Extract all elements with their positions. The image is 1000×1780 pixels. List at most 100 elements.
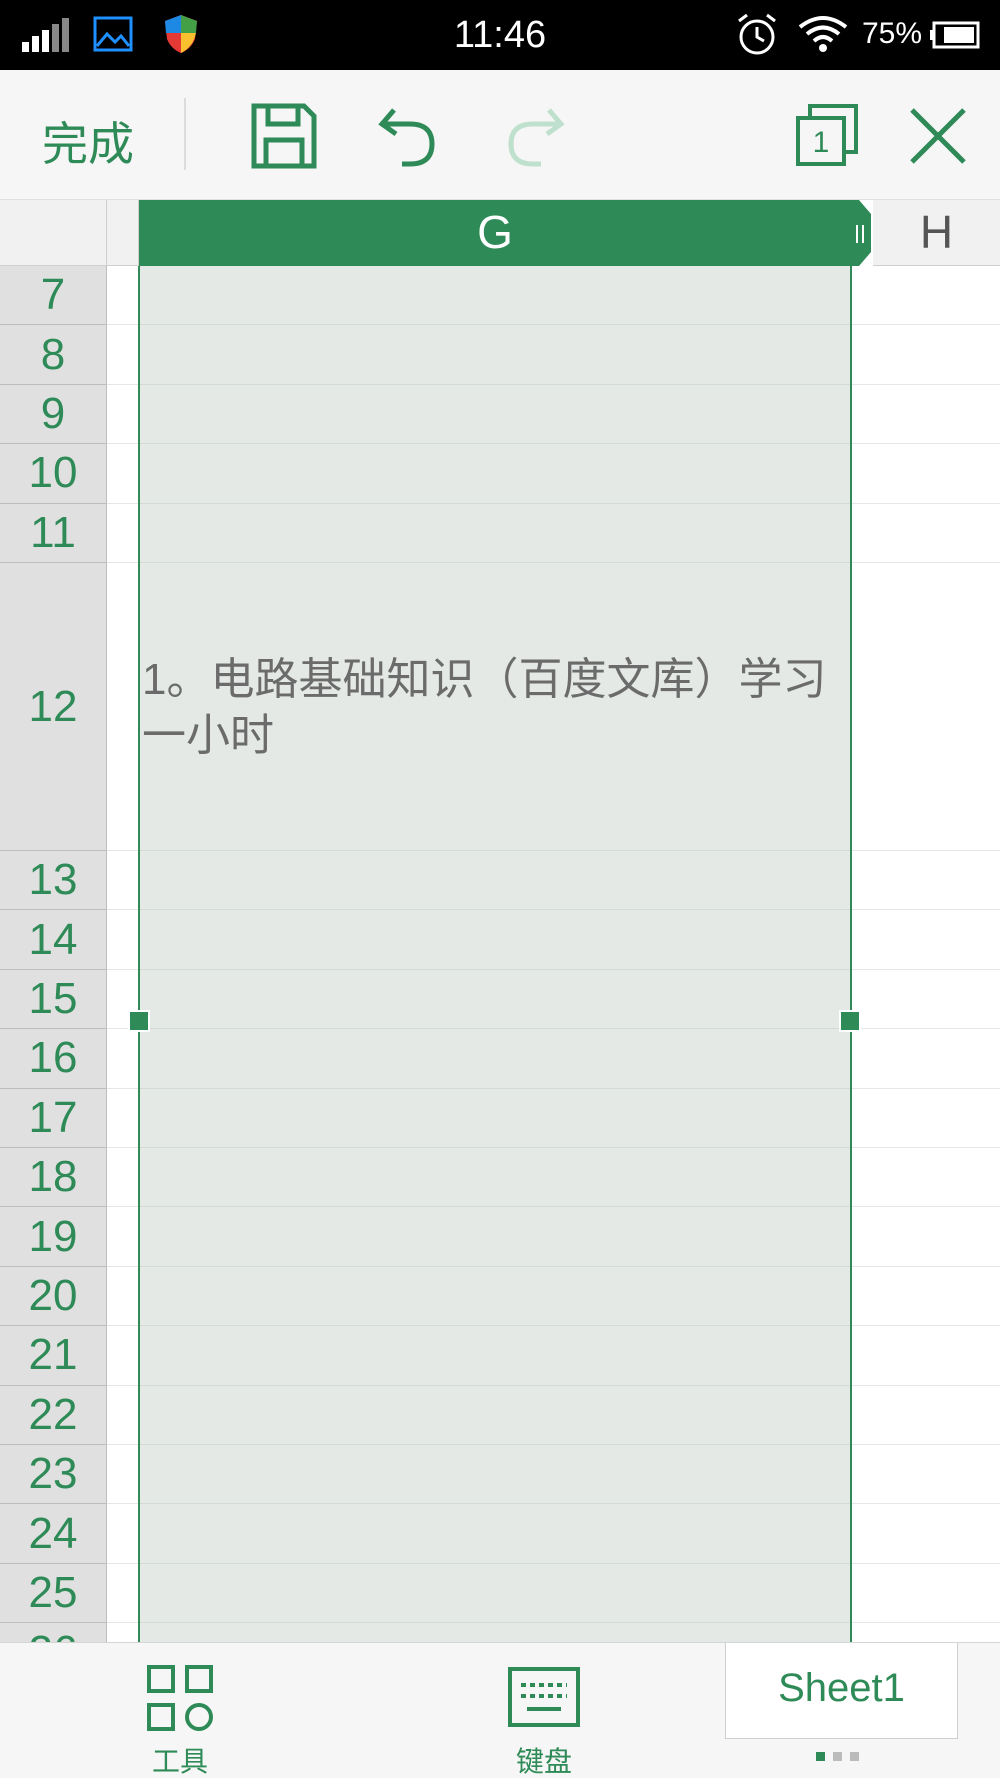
cell-h14[interactable]	[851, 910, 1000, 970]
cell-h11[interactable]	[851, 503, 1000, 563]
row-header-14[interactable]: 14	[0, 910, 107, 970]
cell-g9[interactable]	[139, 384, 851, 445]
row-header-24[interactable]: 24	[0, 1504, 107, 1564]
cell-g25[interactable]	[139, 1563, 851, 1624]
tools-button[interactable]: 工具	[130, 1663, 230, 1780]
cell-g18[interactable]	[139, 1148, 851, 1208]
cell-g8[interactable]	[139, 325, 851, 385]
cell-f11[interactable]	[107, 503, 139, 563]
row-header-9[interactable]: 9	[0, 384, 107, 445]
cell-f8[interactable]	[107, 325, 139, 385]
row-header-13[interactable]: 13	[0, 851, 107, 911]
cell-f22[interactable]	[107, 1385, 139, 1445]
cell-h21[interactable]	[851, 1326, 1000, 1386]
cell-h12[interactable]	[851, 563, 1000, 851]
row-header-25[interactable]: 25	[0, 1563, 107, 1624]
row-header-17[interactable]: 17	[0, 1088, 107, 1148]
cell-f13[interactable]	[107, 851, 139, 911]
tools-label: 工具	[151, 1746, 208, 1777]
selection-handle-left[interactable]	[128, 1010, 150, 1032]
spreadsheet-grid[interactable]: G H 789101112131415161718192021222324252…	[0, 200, 1000, 1642]
row-header-12[interactable]: 12	[0, 563, 107, 851]
cell-f23[interactable]	[107, 1445, 139, 1505]
cell-h16[interactable]	[851, 1029, 1000, 1089]
row-header-18[interactable]: 18	[0, 1148, 107, 1208]
cell-h8[interactable]	[851, 325, 1000, 385]
cell-g13[interactable]	[139, 851, 851, 911]
row-header-19[interactable]: 19	[0, 1207, 107, 1267]
cell-h25[interactable]	[851, 1563, 1000, 1624]
row-header-11[interactable]: 11	[0, 503, 107, 563]
row-header-8[interactable]: 8	[0, 325, 107, 385]
cell-g21[interactable]	[139, 1326, 851, 1386]
cell-g15[interactable]	[139, 969, 851, 1030]
cell-h20[interactable]	[851, 1266, 1000, 1327]
cell-g23[interactable]	[139, 1445, 851, 1505]
cell-f12[interactable]	[107, 563, 139, 851]
cell-g7[interactable]	[139, 266, 851, 326]
cell-f9[interactable]	[107, 384, 139, 445]
redo-icon[interactable]	[505, 102, 565, 170]
cell-f18[interactable]	[107, 1148, 139, 1208]
done-button[interactable]: 完成	[42, 108, 134, 174]
cell-g16[interactable]	[139, 1029, 851, 1089]
cell-h10[interactable]	[851, 444, 1000, 504]
cell-f16[interactable]	[107, 1029, 139, 1089]
keyboard-button[interactable]: 键盘	[494, 1663, 594, 1780]
cell-g26[interactable]	[139, 1623, 851, 1642]
select-all-corner[interactable]	[0, 200, 107, 266]
cell-h17[interactable]	[851, 1088, 1000, 1148]
cell-h22[interactable]	[851, 1385, 1000, 1445]
cell-h24[interactable]	[851, 1504, 1000, 1564]
cell-f20[interactable]	[107, 1266, 139, 1327]
cell-g20[interactable]	[139, 1266, 851, 1327]
column-resize-handle[interactable]	[849, 200, 873, 266]
cell-f24[interactable]	[107, 1504, 139, 1564]
close-icon[interactable]	[908, 106, 968, 166]
sheet-window-button[interactable]: 1	[796, 104, 860, 168]
cell-g19[interactable]	[139, 1207, 851, 1267]
cell-h23[interactable]	[851, 1445, 1000, 1505]
cell-h7[interactable]	[851, 266, 1000, 326]
save-icon[interactable]	[250, 102, 318, 170]
row-header-10[interactable]: 10	[0, 444, 107, 504]
cell-f14[interactable]	[107, 910, 139, 970]
cell-f17[interactable]	[107, 1088, 139, 1148]
row-header-23[interactable]: 23	[0, 1445, 107, 1505]
selection-handle-right[interactable]	[839, 1010, 861, 1032]
cell-h18[interactable]	[851, 1148, 1000, 1208]
cell-f26[interactable]	[107, 1623, 139, 1642]
cell-h26[interactable]	[851, 1623, 1000, 1642]
alarm-icon	[738, 13, 776, 55]
undo-icon[interactable]	[378, 102, 438, 170]
column-header-f[interactable]	[107, 200, 139, 266]
row-header-20[interactable]: 20	[0, 1266, 107, 1327]
cell-g11[interactable]	[139, 503, 851, 563]
cell-g22[interactable]	[139, 1385, 851, 1445]
wifi-icon	[798, 16, 848, 52]
cell-g24[interactable]	[139, 1504, 851, 1564]
cell-h9[interactable]	[851, 384, 1000, 445]
cell-h13[interactable]	[851, 851, 1000, 911]
column-header-g[interactable]: G	[139, 200, 851, 266]
row-header-22[interactable]: 22	[0, 1385, 107, 1445]
cell-f21[interactable]	[107, 1326, 139, 1386]
cell-f19[interactable]	[107, 1207, 139, 1267]
row-header-16[interactable]: 16	[0, 1029, 107, 1089]
row-header-26[interactable]: 26	[0, 1623, 107, 1642]
column-header-h[interactable]: H	[873, 200, 1000, 266]
cell-g17[interactable]	[139, 1088, 851, 1148]
cell-f25[interactable]	[107, 1563, 139, 1624]
cell-g14[interactable]	[139, 910, 851, 970]
page-dot	[816, 1752, 825, 1761]
cell-h15[interactable]	[851, 969, 1000, 1030]
row-header-15[interactable]: 15	[0, 969, 107, 1030]
cell-h19[interactable]	[851, 1207, 1000, 1267]
cell-g10[interactable]	[139, 444, 851, 504]
cell-g12-text[interactable]: 1。电路基础知识（百度文库）学习一小时	[142, 652, 842, 764]
cell-f10[interactable]	[107, 444, 139, 504]
sheet-tab-sheet1[interactable]: Sheet1	[725, 1643, 958, 1739]
row-header-7[interactable]: 7	[0, 266, 107, 326]
row-header-21[interactable]: 21	[0, 1326, 107, 1386]
cell-f7[interactable]	[107, 266, 139, 326]
